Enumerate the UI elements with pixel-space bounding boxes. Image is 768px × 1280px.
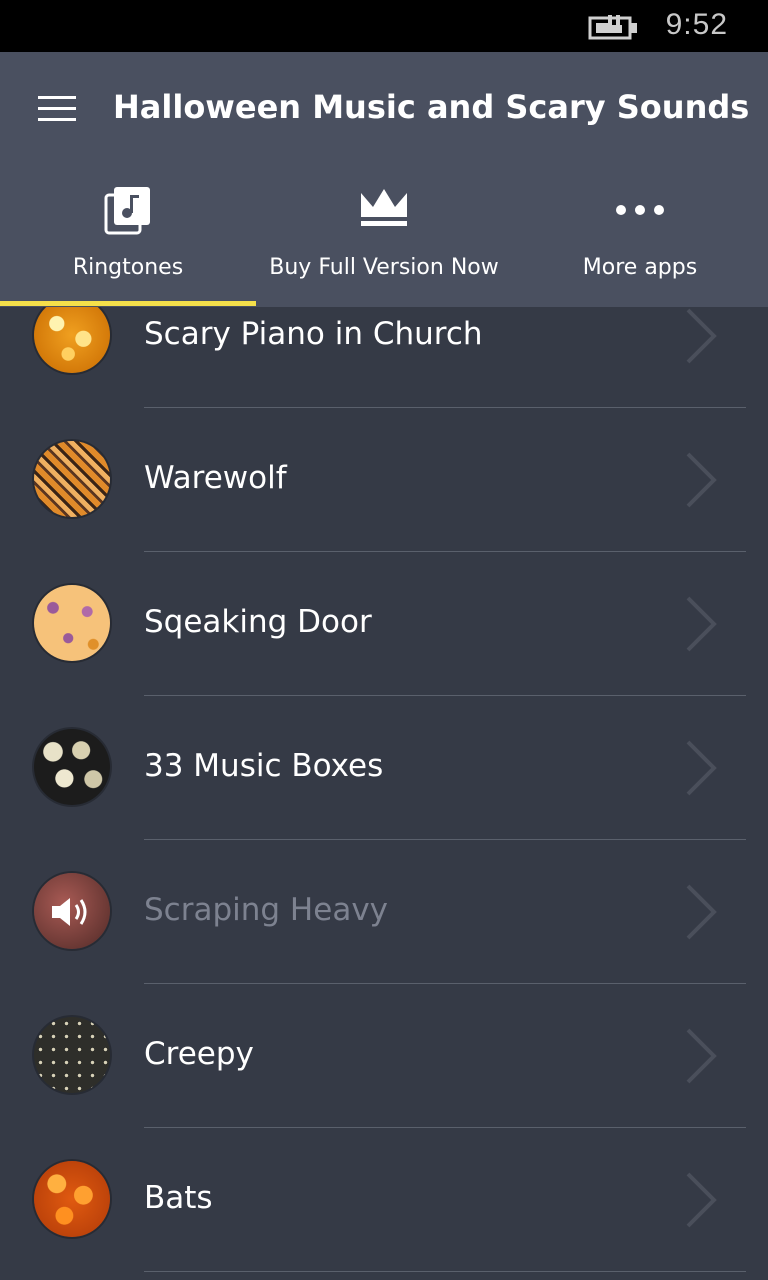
thumbnail-orange-flowers [34, 1161, 110, 1237]
list-item-label: Sqeaking Door [144, 604, 372, 640]
list-item-label: Scraping Heavy [144, 892, 389, 928]
list-item[interactable]: 33 Music Boxes [0, 696, 768, 840]
status-time: 9:52 [665, 8, 728, 41]
thumbnail-skull-pile [34, 729, 110, 805]
hamburger-menu-icon[interactable] [38, 96, 76, 122]
chevron-right-icon [686, 1028, 717, 1084]
tab-ringtones[interactable]: Ringtones [0, 185, 256, 305]
thumbnail-skull-pattern [34, 1017, 110, 1093]
list-item-label: Scary Piano in Church [144, 316, 483, 352]
ringtone-list[interactable]: Scary Piano in Church Warewolf Sqeaking … [0, 307, 768, 1280]
list-item-label: 33 Music Boxes [144, 748, 384, 784]
tab-more-apps-label: More apps [582, 255, 698, 280]
chevron-right-icon [686, 740, 717, 796]
thumbnail-golden-bokeh [34, 307, 110, 373]
tab-buy-full-version-label: Buy Full Version Now [269, 255, 499, 280]
music-library-icon [104, 187, 150, 235]
list-item[interactable]: Creepy [0, 984, 768, 1128]
thumbnail-pumpkin-pattern [34, 585, 110, 661]
page-title: Halloween Music and Scary Sounds [113, 88, 750, 126]
status-bar: 9:52 [0, 0, 768, 52]
thumbnail-orange-stripes [34, 441, 110, 517]
list-item[interactable]: Sqeaking Door [0, 552, 768, 696]
speaker-playing-icon [52, 898, 87, 926]
divider [144, 1271, 746, 1272]
list-item-label: Bats [144, 1180, 213, 1216]
tab-buy-full-version[interactable]: Buy Full Version Now [256, 185, 512, 305]
tab-more-apps[interactable]: More apps [512, 185, 768, 305]
chevron-right-icon [686, 884, 717, 940]
tab-ringtones-label: Ringtones [72, 255, 184, 280]
list-item-label: Warewolf [144, 460, 287, 496]
selected-tab-indicator [0, 301, 256, 306]
list-item-playing[interactable]: Scraping Heavy [0, 840, 768, 984]
list-item[interactable]: Warewolf [0, 408, 768, 552]
chevron-right-icon [686, 452, 717, 508]
crown-icon [361, 189, 407, 226]
chevron-right-icon [686, 308, 717, 364]
list-item[interactable]: Bats [0, 1128, 768, 1272]
list-item[interactable]: Scary Piano in Church [0, 307, 768, 408]
list-item-label: Creepy [144, 1036, 254, 1072]
battery-charging-icon [588, 15, 637, 40]
more-dots-icon [616, 205, 664, 215]
chevron-right-icon [686, 596, 717, 652]
chevron-right-icon [686, 1172, 717, 1228]
